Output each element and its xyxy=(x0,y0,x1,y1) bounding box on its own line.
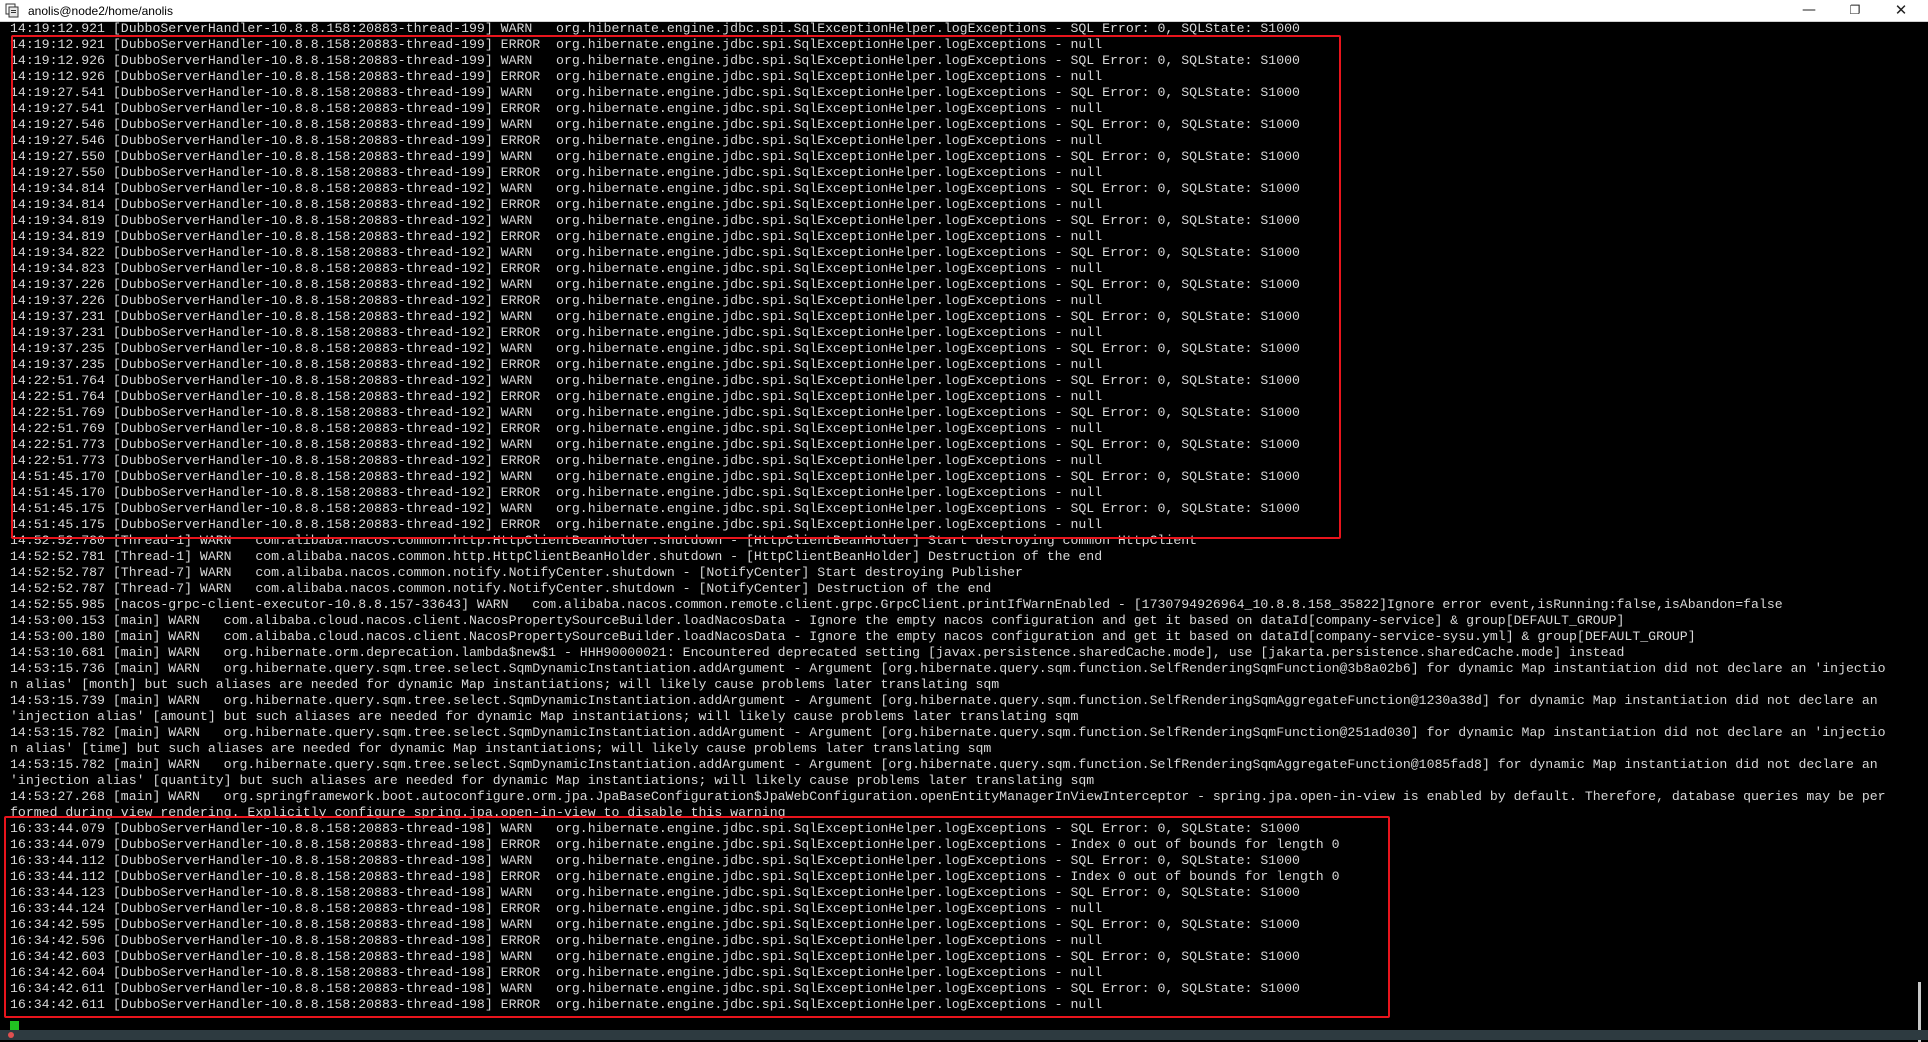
log-line: formed during view rendering. Explicitly… xyxy=(10,805,786,820)
log-line: 16:33:44.079 [DubboServerHandler-10.8.8.… xyxy=(10,821,1300,836)
log-line: 14:53:00.180 [main] WARN com.alibaba.clo… xyxy=(10,629,1696,644)
log-line: 14:53:15.736 [main] WARN org.hibernate.q… xyxy=(10,661,1886,676)
log-line: 14:19:27.550 [DubboServerHandler-10.8.8.… xyxy=(10,165,1103,180)
log-line: n alias' [month] but such aliases are ne… xyxy=(10,677,1000,692)
log-line: 14:19:12.926 [DubboServerHandler-10.8.8.… xyxy=(10,53,1300,68)
log-line: 16:34:42.603 [DubboServerHandler-10.8.8.… xyxy=(10,949,1300,964)
log-line: 14:19:34.819 [DubboServerHandler-10.8.8.… xyxy=(10,229,1103,244)
log-line: 16:34:42.611 [DubboServerHandler-10.8.8.… xyxy=(10,981,1300,996)
maximize-button[interactable]: ❐ xyxy=(1832,0,1878,22)
log-line: 14:53:00.153 [main] WARN com.alibaba.clo… xyxy=(10,613,1625,628)
log-line: 14:53:27.268 [main] WARN org.springframe… xyxy=(10,789,1886,804)
log-line: 14:51:45.175 [DubboServerHandler-10.8.8.… xyxy=(10,501,1300,516)
log-line: 14:51:45.170 [DubboServerHandler-10.8.8.… xyxy=(10,469,1300,484)
log-line: 14:19:27.546 [DubboServerHandler-10.8.8.… xyxy=(10,117,1300,132)
log-line: n alias' [time] but such aliases are nee… xyxy=(10,741,992,756)
restore-icon: ❐ xyxy=(1849,3,1861,17)
log-line: 14:19:37.231 [DubboServerHandler-10.8.8.… xyxy=(10,325,1103,340)
log-line: 14:19:27.541 [DubboServerHandler-10.8.8.… xyxy=(10,101,1103,116)
minimize-button[interactable]: — xyxy=(1786,0,1832,22)
log-line: 16:33:44.124 [DubboServerHandler-10.8.8.… xyxy=(10,901,1103,916)
log-line: 14:22:51.769 [DubboServerHandler-10.8.8.… xyxy=(10,421,1103,436)
log-line: 16:33:44.079 [DubboServerHandler-10.8.8.… xyxy=(10,837,1340,852)
log-line: 14:22:51.764 [DubboServerHandler-10.8.8.… xyxy=(10,373,1300,388)
log-line: 16:34:42.596 [DubboServerHandler-10.8.8.… xyxy=(10,933,1103,948)
vertical-scrollbar[interactable] xyxy=(1912,22,1928,1042)
log-line: 14:19:27.541 [DubboServerHandler-10.8.8.… xyxy=(10,85,1300,100)
log-line: 14:19:34.819 [DubboServerHandler-10.8.8.… xyxy=(10,213,1300,228)
log-line: 14:19:37.235 [DubboServerHandler-10.8.8.… xyxy=(10,341,1300,356)
minimize-icon: — xyxy=(1802,2,1816,18)
log-line: 14:53:15.782 [main] WARN org.hibernate.q… xyxy=(10,725,1886,740)
log-line: 14:53:15.782 [main] WARN org.hibernate.q… xyxy=(10,757,1878,772)
log-line: 14:19:12.921 [DubboServerHandler-10.8.8.… xyxy=(10,22,1300,36)
taskbar-strip xyxy=(0,1030,1928,1040)
log-line: 16:34:42.595 [DubboServerHandler-10.8.8.… xyxy=(10,917,1300,932)
log-line: 14:22:51.773 [DubboServerHandler-10.8.8.… xyxy=(10,453,1103,468)
log-line: 14:19:34.814 [DubboServerHandler-10.8.8.… xyxy=(10,197,1103,212)
log-lines: 14:19:12.921 [DubboServerHandler-10.8.8.… xyxy=(10,22,1886,1013)
log-line: 14:19:37.226 [DubboServerHandler-10.8.8.… xyxy=(10,277,1300,292)
log-line: 14:52:55.985 [nacos-grpc-client-executor… xyxy=(10,597,1783,612)
log-line: 14:51:45.175 [DubboServerHandler-10.8.8.… xyxy=(10,517,1103,532)
log-line: 14:19:37.226 [DubboServerHandler-10.8.8.… xyxy=(10,293,1103,308)
log-line: 14:53:10.681 [main] WARN org.hibernate.o… xyxy=(10,645,1625,660)
close-button[interactable]: ✕ xyxy=(1878,0,1924,22)
log-line: 14:52:52.787 [Thread-7] WARN com.alibaba… xyxy=(10,565,1023,580)
terminal-output[interactable]: 14:19:12.921 [DubboServerHandler-10.8.8.… xyxy=(0,22,1912,1030)
log-line: 'injection alias' [amount] but such alia… xyxy=(10,709,1079,724)
log-line: 14:51:45.170 [DubboServerHandler-10.8.8.… xyxy=(10,485,1103,500)
log-line: 14:19:34.822 [DubboServerHandler-10.8.8.… xyxy=(10,245,1300,260)
log-line: 14:19:37.231 [DubboServerHandler-10.8.8.… xyxy=(10,309,1300,324)
log-line: 14:19:12.926 [DubboServerHandler-10.8.8.… xyxy=(10,69,1103,84)
log-line: 16:34:42.611 [DubboServerHandler-10.8.8.… xyxy=(10,997,1103,1012)
log-line: 16:34:42.604 [DubboServerHandler-10.8.8.… xyxy=(10,965,1103,980)
log-line: 14:19:27.546 [DubboServerHandler-10.8.8.… xyxy=(10,133,1103,148)
log-line: 14:53:15.739 [main] WARN org.hibernate.q… xyxy=(10,693,1878,708)
log-line: 14:19:12.921 [DubboServerHandler-10.8.8.… xyxy=(10,37,1103,52)
terminal-app-icon xyxy=(5,3,19,18)
close-icon: ✕ xyxy=(1894,1,1908,19)
log-line: 14:52:52.780 [Thread-1] WARN com.alibaba… xyxy=(10,533,1198,548)
log-line: 16:33:44.112 [DubboServerHandler-10.8.8.… xyxy=(10,869,1340,884)
window-titlebar[interactable]: anolis@node2/home/anolis — ❐ ✕ xyxy=(0,0,1928,22)
log-line: 14:52:52.787 [Thread-7] WARN com.alibaba… xyxy=(10,581,992,596)
log-line: 14:52:52.781 [Thread-1] WARN com.alibaba… xyxy=(10,549,1103,564)
log-line: 14:22:51.764 [DubboServerHandler-10.8.8.… xyxy=(10,389,1103,404)
log-line: 'injection alias' [quantity] but such al… xyxy=(10,773,1095,788)
log-line: 14:19:34.823 [DubboServerHandler-10.8.8.… xyxy=(10,261,1103,276)
log-line: 16:33:44.112 [DubboServerHandler-10.8.8.… xyxy=(10,853,1300,868)
log-line: 14:22:51.773 [DubboServerHandler-10.8.8.… xyxy=(10,437,1300,452)
status-dot-icon xyxy=(8,1032,14,1038)
log-line: 16:33:44.123 [DubboServerHandler-10.8.8.… xyxy=(10,885,1300,900)
log-line: 14:19:37.235 [DubboServerHandler-10.8.8.… xyxy=(10,357,1103,372)
window-title: anolis@node2/home/anolis xyxy=(28,4,173,18)
log-line: 14:19:27.550 [DubboServerHandler-10.8.8.… xyxy=(10,149,1300,164)
log-line: 14:22:51.769 [DubboServerHandler-10.8.8.… xyxy=(10,405,1300,420)
log-line: 14:19:34.814 [DubboServerHandler-10.8.8.… xyxy=(10,181,1300,196)
